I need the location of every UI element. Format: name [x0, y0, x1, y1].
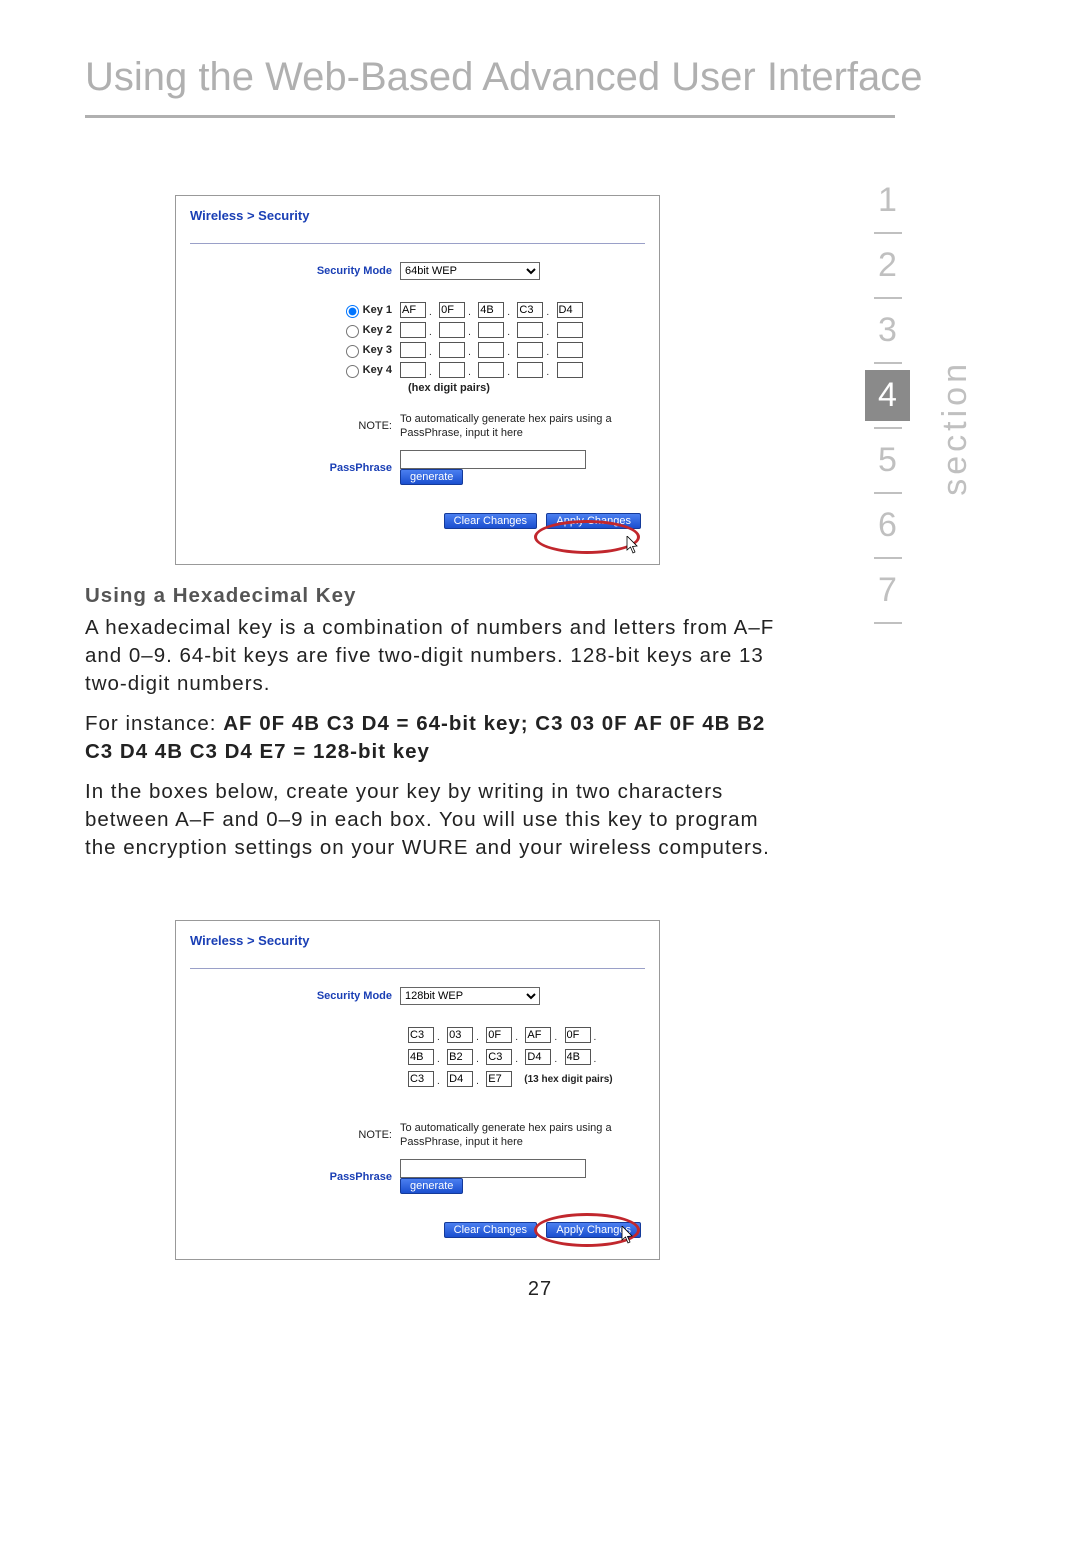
cursor-icon — [626, 536, 640, 554]
screenshot-128bit-wep: Wireless > Security Security Mode 128bit… — [175, 920, 660, 1260]
section-tab-divider — [874, 427, 902, 429]
section-tab-divider — [874, 622, 902, 624]
page: Using the Web-Based Advanced User Interf… — [0, 0, 1080, 1541]
hex-7[interactable] — [447, 1049, 473, 1065]
security-mode-label: Security Mode — [190, 990, 400, 1002]
hex-2[interactable] — [447, 1027, 473, 1043]
key2-hex-4[interactable] — [517, 322, 543, 338]
key4-label: Key 4 — [363, 364, 392, 376]
divider — [190, 968, 645, 969]
key4-hex-2[interactable] — [439, 362, 465, 378]
section-tab-1[interactable]: 1 — [865, 175, 910, 226]
hex-8[interactable] — [486, 1049, 512, 1065]
section-tab-7[interactable]: 7 — [865, 565, 910, 616]
key4-radio[interactable] — [346, 365, 359, 378]
paragraph-1: A hexadecimal key is a combination of nu… — [85, 614, 775, 698]
body-text: Using a Hexadecimal Key A hexadecimal ke… — [85, 582, 775, 874]
key1-hex-4[interactable] — [517, 302, 543, 318]
section-tab-divider — [874, 362, 902, 364]
key2-row: Key 2 . . . . — [190, 322, 645, 338]
passphrase-input[interactable] — [400, 450, 586, 469]
key1-radio[interactable] — [346, 305, 359, 318]
paragraph-3: In the boxes below, create your key by w… — [85, 778, 775, 862]
generate-button[interactable]: generate — [400, 469, 463, 485]
note-label: NOTE: — [190, 1129, 400, 1141]
key1-hex-5[interactable] — [557, 302, 583, 318]
page-title: Using the Web-Based Advanced User Interf… — [85, 55, 923, 100]
key2-hex-3[interactable] — [478, 322, 504, 338]
key2-label: Key 2 — [363, 324, 392, 336]
page-number: 27 — [0, 1278, 1080, 1301]
hex-13[interactable] — [486, 1071, 512, 1087]
subhead-hex-key: Using a Hexadecimal Key — [85, 582, 775, 610]
screenshot-64bit-wep: Wireless > Security Security Mode 64bit … — [175, 195, 660, 565]
breadcrumb: Wireless > Security — [190, 208, 645, 223]
clear-changes-button[interactable]: Clear Changes — [444, 1222, 537, 1238]
section-tab-5[interactable]: 5 — [865, 435, 910, 486]
key1-row: Key 1 . . . . — [190, 302, 645, 318]
hex-3[interactable] — [486, 1027, 512, 1043]
section-tabs: 1 2 3 4 5 6 7 — [865, 175, 910, 630]
key2-hex-1[interactable] — [400, 322, 426, 338]
section-tab-divider — [874, 492, 902, 494]
security-mode-label: Security Mode — [190, 265, 400, 277]
key2-hex-2[interactable] — [439, 322, 465, 338]
section-tab-2[interactable]: 2 — [865, 240, 910, 291]
note-label: NOTE: — [190, 420, 400, 432]
hex-11[interactable] — [408, 1071, 434, 1087]
hex-9[interactable] — [525, 1049, 551, 1065]
key3-hex-4[interactable] — [517, 342, 543, 358]
section-tab-divider — [874, 297, 902, 299]
passphrase-label: PassPhrase — [190, 462, 400, 474]
key3-hex-2[interactable] — [439, 342, 465, 358]
key2-hex-5[interactable] — [557, 322, 583, 338]
key1-hex-2[interactable] — [439, 302, 465, 318]
hex-digit-pairs-13-label: (13 hex digit pairs) — [524, 1074, 612, 1085]
key1-hex-1[interactable] — [400, 302, 426, 318]
section-tab-3[interactable]: 3 — [865, 305, 910, 356]
key1-hex-3[interactable] — [478, 302, 504, 318]
generate-button[interactable]: generate — [400, 1178, 463, 1194]
key4-hex-4[interactable] — [517, 362, 543, 378]
hex-12[interactable] — [447, 1071, 473, 1087]
hex-1[interactable] — [408, 1027, 434, 1043]
key4-hex-5[interactable] — [557, 362, 583, 378]
hex-4[interactable] — [525, 1027, 551, 1043]
note-text: To automatically generate hex pairs usin… — [400, 1121, 630, 1149]
key3-hex-5[interactable] — [557, 342, 583, 358]
section-tab-divider — [874, 232, 902, 234]
section-label: section — [936, 360, 975, 496]
key1-label: Key 1 — [363, 304, 392, 316]
section-tab-divider — [874, 557, 902, 559]
key4-hex-1[interactable] — [400, 362, 426, 378]
hex-5[interactable] — [565, 1027, 591, 1043]
hex-10[interactable] — [565, 1049, 591, 1065]
key3-hex-1[interactable] — [400, 342, 426, 358]
passphrase-label: PassPhrase — [190, 1171, 400, 1183]
key2-radio[interactable] — [346, 325, 359, 338]
paragraph-2: For instance: AF 0F 4B C3 D4 = 64-bit ke… — [85, 710, 775, 766]
key3-hex-3[interactable] — [478, 342, 504, 358]
hex-digit-pairs-label: (hex digit pairs) — [408, 382, 645, 394]
key3-radio[interactable] — [346, 345, 359, 358]
apply-changes-button[interactable]: Apply Changes — [546, 513, 641, 529]
key3-row: Key 3 . . . . — [190, 342, 645, 358]
section-tab-6[interactable]: 6 — [865, 500, 910, 551]
apply-changes-button[interactable]: Apply Changes — [546, 1222, 641, 1238]
breadcrumb: Wireless > Security — [190, 933, 645, 948]
hex-6[interactable] — [408, 1049, 434, 1065]
security-mode-select[interactable]: 64bit WEP — [400, 262, 540, 280]
note-text: To automatically generate hex pairs usin… — [400, 412, 630, 440]
key4-hex-3[interactable] — [478, 362, 504, 378]
title-divider — [85, 115, 895, 118]
key4-row: Key 4 . . . . — [190, 362, 645, 378]
clear-changes-button[interactable]: Clear Changes — [444, 513, 537, 529]
section-tab-4[interactable]: 4 — [865, 370, 910, 421]
divider — [190, 243, 645, 244]
security-mode-select[interactable]: 128bit WEP — [400, 987, 540, 1005]
passphrase-input[interactable] — [400, 1159, 586, 1178]
key3-label: Key 3 — [363, 344, 392, 356]
